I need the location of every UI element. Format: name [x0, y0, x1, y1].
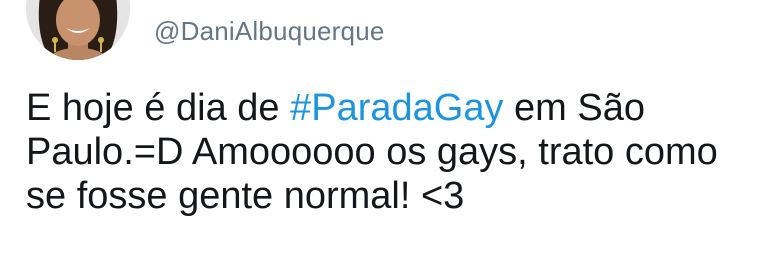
- avatar[interactable]: [26, 0, 130, 60]
- tweet-text-before: E hoje é dia de: [26, 87, 291, 129]
- user-handle[interactable]: @DaniAlbuquerque: [154, 16, 385, 47]
- hashtag-link[interactable]: #ParadaGay: [290, 87, 503, 129]
- tweet-text: E hoje é dia de #ParadaGay em São Paulo.…: [26, 86, 766, 218]
- profile-photo-icon: [26, 0, 130, 60]
- tweet-card: @DaniAlbuquerque E hoje é dia de #Parada…: [0, 0, 784, 262]
